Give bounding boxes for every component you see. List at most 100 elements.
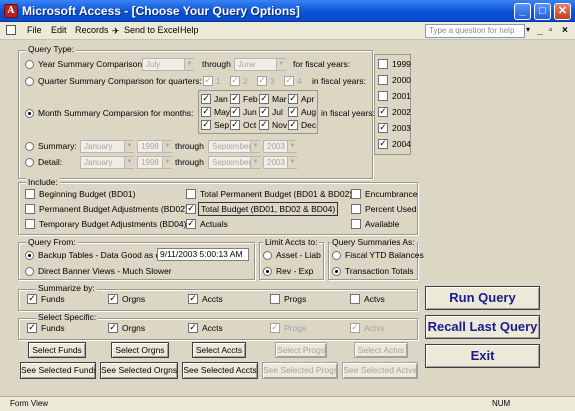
menu-send-to-excel[interactable]: Send to Excel — [124, 25, 180, 35]
access-app-icon[interactable]: A — [4, 4, 18, 18]
specific-orgns-checkbox[interactable]: ✓ — [108, 323, 118, 333]
chevron-down-icon[interactable]: ▼ — [184, 59, 194, 70]
chevron-down-icon[interactable]: ▼ — [162, 157, 172, 168]
quarter-summary-radio[interactable] — [25, 77, 34, 86]
fiscal-year-2004-checkbox[interactable]: ✓ — [378, 139, 388, 149]
quarter-2-label: 2 — [243, 76, 248, 86]
month-dec-checkbox[interactable]: ✓ — [288, 120, 298, 130]
actuals-checkbox[interactable]: ✓ — [186, 219, 196, 229]
summarize-funds-checkbox[interactable]: ✓ — [27, 294, 37, 304]
backup-date-field[interactable]: 9/11/2003 5:00:13 AM — [157, 248, 249, 261]
asset-liab-radio[interactable] — [263, 251, 272, 260]
temporary-adj-checkbox[interactable] — [25, 219, 35, 229]
backup-tables-radio[interactable] — [25, 251, 34, 260]
percent-used-checkbox[interactable] — [351, 204, 361, 214]
month-sep-checkbox[interactable]: ✓ — [201, 120, 211, 130]
see-selected-progs-button[interactable]: See Selected Progs — [262, 362, 338, 379]
see-selected-orgns-button[interactable]: See Selected Orgns — [100, 362, 178, 379]
direct-banner-radio[interactable] — [25, 267, 34, 276]
specific-progs-checkbox[interactable]: ✓ — [270, 323, 280, 333]
chevron-down-icon[interactable]: ▼ — [287, 141, 297, 152]
help-dropdown-icon[interactable]: ▾ — [526, 25, 530, 34]
select-progs-button[interactable]: Select Progs — [275, 342, 327, 358]
quarter-4-label: 4 — [297, 76, 302, 86]
help-search-input[interactable]: Type a question for help — [425, 24, 525, 38]
detail-radio[interactable] — [25, 158, 34, 167]
menu-file[interactable]: File — [27, 25, 42, 35]
total-permanent-checkbox[interactable] — [186, 189, 196, 199]
window-title: Microsoft Access - [Choose Your Query Op… — [22, 4, 300, 18]
fiscal-ytd-radio[interactable] — [332, 251, 341, 260]
month-mar-checkbox[interactable]: ✓ — [259, 94, 269, 104]
available-checkbox[interactable] — [351, 219, 361, 229]
month-feb-checkbox[interactable]: ✓ — [230, 94, 240, 104]
beginning-budget-checkbox[interactable] — [25, 189, 35, 199]
summarize-progs-checkbox[interactable] — [270, 294, 280, 304]
month-oct-checkbox[interactable]: ✓ — [230, 120, 240, 130]
chevron-down-icon[interactable]: ▼ — [276, 59, 286, 70]
fiscal-ytd-label: Fiscal YTD Balances — [345, 250, 424, 260]
summary-radio[interactable] — [25, 142, 34, 151]
select-orgns-button[interactable]: Select Orgns — [111, 342, 169, 358]
summarize-actvs-checkbox[interactable] — [350, 294, 360, 304]
chevron-down-icon[interactable]: ▼ — [250, 141, 260, 152]
specific-accts-checkbox[interactable]: ✓ — [188, 323, 198, 333]
quarter-1-checkbox[interactable]: ✓ — [203, 76, 213, 86]
chevron-down-icon[interactable]: ▼ — [250, 157, 260, 168]
mdi-close-button[interactable]: × — [562, 25, 568, 36]
month-aug-checkbox[interactable]: ✓ — [288, 107, 298, 117]
menu-edit[interactable]: Edit — [51, 25, 67, 35]
select-accts-button[interactable]: Select Accts — [192, 342, 246, 358]
see-selected-actvs-button[interactable]: See Selected Actvs — [342, 362, 418, 379]
quarter-1-label: 1 — [216, 76, 221, 86]
fiscal-year-2001-checkbox[interactable] — [378, 91, 388, 101]
summarize-accts-checkbox[interactable]: ✓ — [188, 294, 198, 304]
summarize-orgns-checkbox[interactable]: ✓ — [108, 294, 118, 304]
see-selected-accts-button[interactable]: See Selected Accts — [182, 362, 258, 379]
month-jun-checkbox[interactable]: ✓ — [230, 107, 240, 117]
fiscal-year-2000-checkbox[interactable] — [378, 75, 388, 85]
form-icon[interactable] — [6, 25, 16, 35]
quarter-3-checkbox[interactable]: ✓ — [257, 76, 267, 86]
month-may-checkbox[interactable]: ✓ — [201, 107, 211, 117]
chevron-down-icon[interactable]: ▼ — [124, 141, 134, 152]
month-summary-radio[interactable] — [25, 109, 34, 118]
month-apr-checkbox[interactable]: ✓ — [288, 94, 298, 104]
year-summary-radio[interactable] — [25, 60, 34, 69]
permanent-adj-checkbox[interactable] — [25, 204, 35, 214]
month-jan-checkbox[interactable]: ✓ — [201, 94, 211, 104]
specific-funds-checkbox[interactable]: ✓ — [27, 323, 37, 333]
chevron-down-icon[interactable]: ▼ — [162, 141, 172, 152]
minimize-button[interactable]: _ — [514, 3, 531, 20]
mdi-restore-button[interactable]: ▫ — [549, 25, 553, 36]
recall-last-query-button[interactable]: Recall Last Query — [425, 315, 540, 339]
select-funds-button[interactable]: Select Funds — [28, 342, 86, 358]
month-sep-label: Sep — [214, 120, 230, 130]
quarter-2-checkbox[interactable]: ✓ — [230, 76, 240, 86]
menu-help[interactable]: Help — [180, 25, 199, 35]
see-selected-funds-button[interactable]: See Selected Funds — [20, 362, 96, 379]
exit-button[interactable]: Exit — [425, 344, 540, 368]
chevron-down-icon[interactable]: ▼ — [287, 157, 297, 168]
menu-records[interactable]: Records — [75, 25, 109, 35]
total-budget-checkbox[interactable]: ✓ — [186, 204, 196, 214]
month-oct-label: Oct — [243, 120, 257, 130]
fiscal-year-2002-checkbox[interactable]: ✓ — [378, 107, 388, 117]
select-actvs-button[interactable]: Select Actvs — [354, 342, 408, 358]
month-jul-checkbox[interactable]: ✓ — [259, 107, 269, 117]
encumbrance-checkbox[interactable] — [351, 189, 361, 199]
fiscal-year-2003-checkbox[interactable]: ✓ — [378, 123, 388, 133]
transaction-totals-radio[interactable] — [332, 267, 341, 276]
specific-actvs-checkbox[interactable]: ✓ — [350, 323, 360, 333]
close-button[interactable]: ✕ — [554, 3, 571, 20]
month-nov-checkbox[interactable]: ✓ — [259, 120, 269, 130]
chevron-down-icon[interactable]: ▼ — [124, 157, 134, 168]
run-query-button[interactable]: Run Query — [425, 286, 540, 310]
month-jul-label: Jul — [272, 107, 283, 117]
mdi-minimize-button[interactable]: _ — [537, 25, 543, 36]
rev-exp-radio[interactable] — [263, 267, 272, 276]
maximize-button[interactable]: □ — [534, 3, 551, 20]
fiscal-year-2004-label: 2004 — [392, 139, 411, 149]
fiscal-year-1999-checkbox[interactable] — [378, 59, 388, 69]
quarter-4-checkbox[interactable]: ✓ — [284, 76, 294, 86]
